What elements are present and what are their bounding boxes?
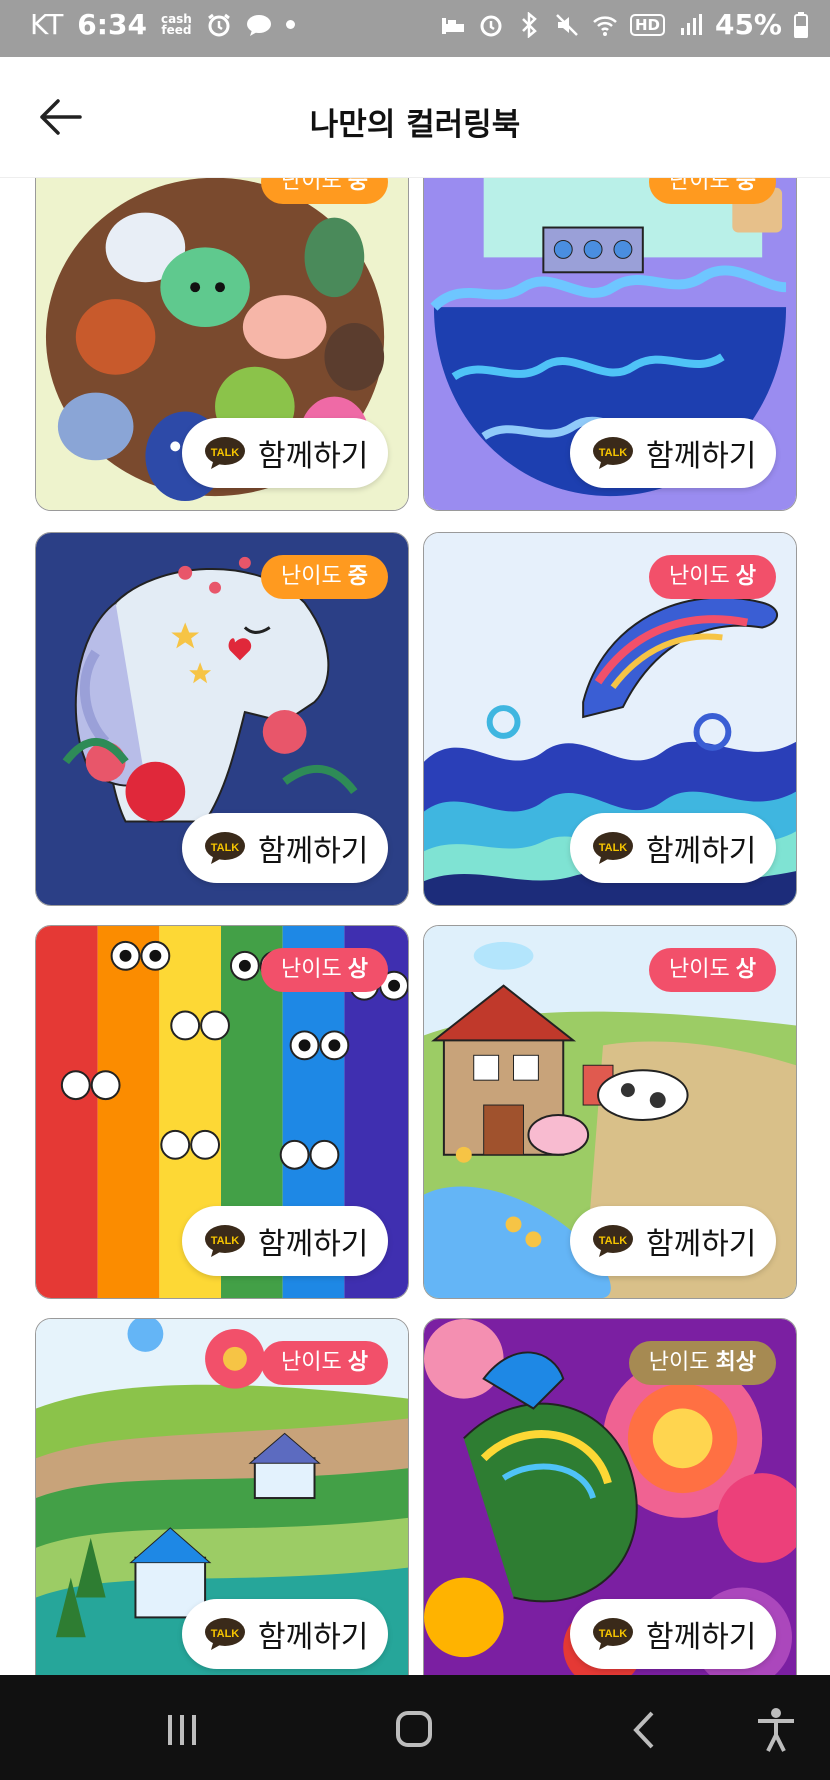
share-label: 함께하기: [646, 834, 757, 869]
share-button[interactable]: TALK 함께하기: [570, 418, 776, 488]
kakaotalk-icon: TALK: [205, 1225, 245, 1257]
share-button[interactable]: TALK 함께하기: [182, 418, 388, 488]
battery-percent: 45%: [714, 8, 782, 41]
share-label: 함께하기: [258, 834, 369, 869]
cashfeed-icon: cash feed: [160, 11, 192, 37]
app-header: 나만의 컬러링북: [0, 57, 830, 177]
back-icon[interactable]: [616, 1705, 676, 1755]
share-button[interactable]: TALK 함께하기: [182, 1599, 388, 1669]
svg-text:TALK: TALK: [599, 1235, 628, 1247]
coloring-card[interactable]: 난이도 상 TALK 함께하기: [35, 925, 409, 1299]
svg-text:TALK: TALK: [599, 1628, 628, 1640]
coloring-card[interactable]: 난이도 상 TALK 함께하기: [35, 1318, 409, 1675]
svg-text:TALK: TALK: [211, 1235, 240, 1247]
share-button[interactable]: TALK 함께하기: [570, 1206, 776, 1276]
alarm-icon: [480, 15, 502, 36]
coloring-book-grid: 난이도 중 TALK 함께하기 난이도 중 TALK 함께하기 난이도 중 TA…: [0, 177, 830, 1675]
kakaotalk-icon: TALK: [593, 437, 633, 469]
coloring-card[interactable]: 난이도 상 TALK 함께하기: [423, 532, 797, 906]
difficulty-badge: 난이도 중: [261, 177, 388, 204]
kakaotalk-icon: TALK: [593, 1618, 633, 1650]
svg-text:TALK: TALK: [211, 447, 240, 459]
share-label: 함께하기: [646, 439, 757, 474]
share-label: 함께하기: [258, 439, 369, 474]
recent-apps-icon[interactable]: [152, 1705, 212, 1755]
coloring-card[interactable]: 난이도 중 TALK 함께하기: [423, 177, 797, 511]
svg-text:TALK: TALK: [211, 1628, 240, 1640]
share-label: 함께하기: [646, 1620, 757, 1655]
alarm-icon: [207, 13, 230, 36]
difficulty-badge: 난이도 중: [649, 177, 776, 204]
signal-icon: [680, 13, 702, 35]
page-title: 나만의 컬러링북: [309, 107, 521, 143]
share-button[interactable]: TALK 함께하기: [570, 813, 776, 883]
hd-icon: HD: [629, 13, 665, 36]
svg-text:TALK: TALK: [211, 842, 240, 854]
chat-bubble-icon: [246, 14, 271, 36]
wifi-icon: [593, 15, 617, 36]
coloring-card[interactable]: 난이도 중 TALK 함께하기: [35, 532, 409, 906]
kakaotalk-icon: TALK: [205, 437, 245, 469]
svg-text:TALK: TALK: [599, 842, 628, 854]
sleep-mode-icon: [441, 17, 464, 34]
kakaotalk-icon: TALK: [593, 1225, 633, 1257]
clock: 6:34: [77, 8, 147, 41]
difficulty-badge: 난이도 중: [261, 555, 388, 599]
status-bar: KT 6:34 cash feed HD 45%: [0, 0, 830, 57]
svg-text:TALK: TALK: [599, 447, 628, 459]
share-label: 함께하기: [258, 1620, 369, 1655]
kakaotalk-icon: TALK: [205, 1618, 245, 1650]
share-button[interactable]: TALK 함께하기: [182, 813, 388, 883]
kakaotalk-icon: TALK: [593, 832, 633, 864]
bluetooth-icon: [522, 11, 537, 38]
accessibility-icon[interactable]: [746, 1705, 806, 1755]
share-button[interactable]: TALK 함께하기: [182, 1206, 388, 1276]
difficulty-badge: 난이도 상: [649, 555, 776, 599]
coloring-card[interactable]: 난이도 최상 TALK 함께하기: [423, 1318, 797, 1675]
difficulty-badge: 난이도 최상: [628, 1341, 776, 1385]
difficulty-badge: 난이도 상: [261, 1341, 388, 1385]
mute-icon: [556, 13, 578, 36]
share-label: 함께하기: [258, 1227, 369, 1262]
share-button[interactable]: TALK 함께하기: [570, 1599, 776, 1669]
carrier-label: KT: [30, 8, 64, 41]
coloring-card[interactable]: 난이도 상 TALK 함께하기: [423, 925, 797, 1299]
battery-icon: [794, 11, 808, 38]
coloring-card[interactable]: 난이도 중 TALK 함께하기: [35, 177, 409, 511]
home-icon[interactable]: [384, 1705, 444, 1755]
notification-dot: [285, 20, 295, 29]
difficulty-badge: 난이도 상: [649, 948, 776, 992]
share-label: 함께하기: [646, 1227, 757, 1262]
kakaotalk-icon: TALK: [205, 832, 245, 864]
system-nav-bar: [0, 1675, 830, 1780]
difficulty-badge: 난이도 상: [261, 948, 388, 992]
